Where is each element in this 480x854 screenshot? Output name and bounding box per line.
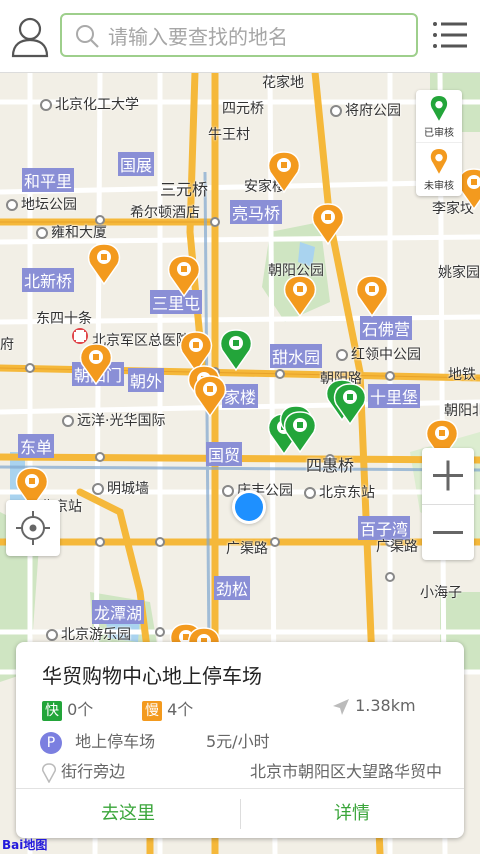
parking-icon: P [40,731,62,754]
map-label: 北京化工大学 [40,94,139,114]
parking-price: 5元/小时 [206,732,270,751]
map-label: 安家楼 [244,179,286,195]
parking-info-card[interactable]: 华贸购物中心地上停车场 快 0个 慢 4个 1.38km P 地上停车场 5元/… [16,642,464,838]
map-label: 红领中公园 [336,344,421,364]
map-label: 四惠桥 [306,456,355,475]
fast-count: 0个 [67,700,94,719]
slow-badge: 慢 [142,701,162,721]
map-label: 朝外 [128,368,165,392]
map-label: 三元桥 [160,180,209,199]
legend-unapproved-label: 未审核 [424,181,454,192]
green-pin-icon [430,96,448,121]
map-label: 花家地 [262,75,304,91]
map-legend: 已审核 未审核 [416,90,462,196]
zoom-in-icon [433,460,463,491]
hospital-icon [72,328,88,344]
baidu-logo: Bai地图 [2,838,48,852]
zoom-out-icon [433,531,463,534]
parking-name: 华贸购物中心地上停车场 [42,664,262,688]
zoom-out-button[interactable] [422,504,474,561]
map-label: 北京游乐园 [46,624,131,644]
map-label: 朝阳公园 [268,263,324,279]
fast-charger-info: 快 0个 [42,696,93,721]
map-label: 府 [0,337,14,353]
map-label: 北新桥 [22,268,75,292]
map-label: 将府公园 [330,100,401,120]
map-label: 地坛公园 [6,194,77,214]
menu-button[interactable] [432,20,468,50]
legend-approved-label: 已审核 [424,128,454,139]
slow-count: 4个 [167,700,194,719]
locate-button[interactable] [6,500,60,556]
location-pin-icon [42,762,56,784]
legend-approved[interactable]: 已审核 [416,90,462,142]
search-input[interactable] [106,21,410,53]
map-label: 甜水园 [270,344,323,368]
parking-type-info: P 地上停车场 [40,728,155,754]
distance-value: 1.38km [355,696,416,715]
map-label: 和平里 [22,168,75,192]
map-label: 牛王村 [208,127,250,143]
orange-pin-icon [430,149,448,174]
locate-icon [16,511,50,545]
map-label: 北京东站 [304,482,375,502]
location-note-info: 街行旁边 [42,758,126,784]
map-label: 石佛营 [360,316,413,340]
map-label: 国贸 [206,442,243,466]
map-label: 希尔顿酒店 [130,205,200,221]
top-bar [0,0,480,73]
zoom-control [422,448,474,560]
map-label: 李家坟 [432,201,474,217]
map-label: 劲松 [214,576,251,600]
detail-button[interactable]: 详情 [240,789,464,839]
map-label: 十里堡 [368,384,421,408]
map-label: 朝阳门 [72,362,125,386]
map-label: 北京军区总医院 [92,333,190,349]
parking-type: 地上停车场 [75,732,156,751]
map-label: 小海子 [420,585,462,601]
search-icon [76,25,99,48]
legend-unapproved[interactable]: 未审核 [416,142,462,195]
map-label: 姚家园 [438,265,480,281]
current-location-marker [232,490,266,524]
location-note: 街行旁边 [61,762,126,781]
map-label: 远洋·光华国际 [62,410,165,430]
map-label: 龙潭湖 [92,600,145,624]
map-label: 地铁 [448,367,476,383]
map-label: 家楼 [222,384,259,408]
map-label: 东单 [18,434,55,458]
distance-info: 1.38km [332,696,416,716]
map-label: 朝阳路 [320,371,362,387]
go-here-button[interactable]: 去这里 [16,789,240,839]
map-label: 广渠路 [376,539,418,555]
map-label: 国展 [118,152,155,176]
map-label: 雍和大厦 [36,222,107,242]
map-label: 四元桥 [222,101,264,117]
map-label: 三里屯 [150,290,203,314]
map-label: 广渠路 [226,541,268,557]
map-label: 东四十条 [36,311,92,327]
slow-charger-info: 慢 4个 [142,696,193,721]
navigation-arrow-icon [333,698,349,715]
zoom-in-button[interactable] [422,448,474,504]
map-label: 明城墙 [92,478,149,498]
menu-icon [433,22,467,48]
map-label: 朝阳北 [444,403,480,419]
search-box[interactable] [60,13,418,57]
parking-address: 北京市朝阳区大望路华贸中 [250,762,443,781]
map-label: 亮马桥 [230,200,283,224]
user-avatar-button[interactable] [10,14,50,58]
fast-badge: 快 [42,701,62,721]
user-icon [11,17,49,58]
card-actions: 去这里 详情 [16,788,464,839]
